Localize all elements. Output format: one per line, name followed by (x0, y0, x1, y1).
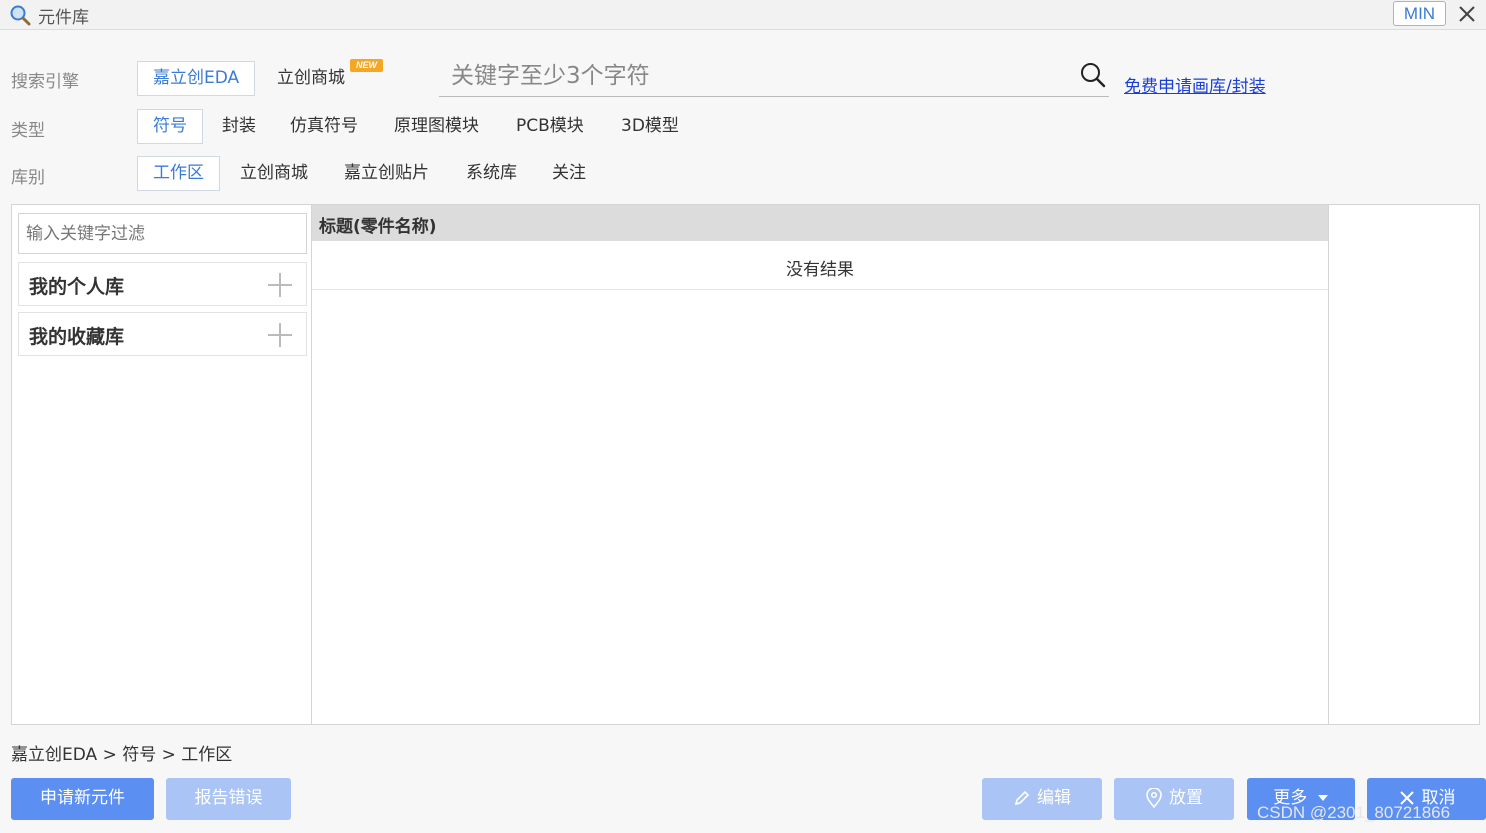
library-option-follow[interactable]: 关注 (536, 156, 602, 191)
search-input[interactable] (439, 58, 1069, 94)
sidebar-item-favorites-library[interactable]: 我的收藏库 (18, 312, 307, 356)
results-table: 标题(零件名称) 没有结果 (312, 205, 1329, 724)
engine-option-lcsc[interactable]: 立创商城 (261, 61, 361, 96)
edit-button[interactable]: 编辑 (982, 778, 1102, 820)
filter-input[interactable] (18, 213, 307, 254)
table-header: 标题(零件名称) (312, 205, 1328, 241)
library-sidebar: 我的个人库 我的收藏库 (12, 205, 312, 724)
sidebar-item-personal-library[interactable]: 我的个人库 (18, 262, 307, 306)
empty-message: 没有结果 (786, 260, 854, 280)
report-error-button[interactable]: 报告错误 (166, 778, 291, 820)
library-option-lcsc[interactable]: 立创商城 (224, 156, 324, 191)
apply-library-link[interactable]: 免费申请画库/封装 (1124, 72, 1266, 97)
title-bar: 元件库 MIN (0, 0, 1486, 30)
place-button[interactable]: 放置 (1114, 778, 1234, 820)
type-option-3d-model[interactable]: 3D模型 (605, 109, 695, 144)
watermark: CSDN @2301_80721866 (1257, 803, 1451, 822)
new-component-button[interactable]: 申请新元件 (11, 778, 154, 820)
close-icon[interactable] (1456, 3, 1478, 25)
type-option-pcb-module[interactable]: PCB模块 (500, 109, 600, 144)
sidebar-item-label: 我的个人库 (29, 276, 125, 298)
library-label: 库别 (11, 168, 45, 188)
main-panel: 我的个人库 我的收藏库 标题(零件名称) 没有结果 (11, 204, 1480, 725)
column-header-title[interactable]: 标题(零件名称) (319, 212, 437, 237)
library-option-system[interactable]: 系统库 (450, 156, 533, 191)
search-box (439, 56, 1109, 97)
location-pin-icon (1146, 788, 1162, 808)
engine-option-jlceda[interactable]: 嘉立创EDA (137, 61, 256, 96)
magnifier-icon (10, 5, 31, 26)
pencil-icon (1014, 790, 1030, 806)
type-option-footprint[interactable]: 封装 (206, 109, 272, 144)
type-option-symbol[interactable]: 符号 (137, 109, 203, 144)
search-icon[interactable] (1079, 61, 1107, 89)
sidebar-item-label: 我的收藏库 (29, 326, 125, 348)
caret-down-icon (1317, 795, 1328, 801)
type-option-schematic-module[interactable]: 原理图模块 (378, 109, 495, 144)
window-title: 元件库 (38, 8, 89, 28)
button-label: 申请新元件 (40, 788, 125, 808)
search-engine-label: 搜索引擎 (11, 72, 79, 92)
library-option-jlc-smt[interactable]: 嘉立创贴片 (328, 156, 445, 191)
library-option-workspace[interactable]: 工作区 (137, 156, 220, 191)
button-label: 报告错误 (194, 788, 263, 808)
breadcrumb: 嘉立创EDA > 符号 > 工作区 (11, 745, 233, 765)
button-label: 放置 (1169, 788, 1203, 808)
table-row: 没有结果 (312, 241, 1328, 290)
new-badge: NEW (350, 59, 383, 72)
minimize-button[interactable]: MIN (1393, 1, 1446, 26)
plus-icon[interactable] (267, 272, 293, 298)
button-label: 编辑 (1037, 788, 1071, 808)
type-label: 类型 (11, 121, 45, 141)
plus-icon[interactable] (267, 322, 293, 348)
type-option-sim-symbol[interactable]: 仿真符号 (274, 109, 374, 144)
